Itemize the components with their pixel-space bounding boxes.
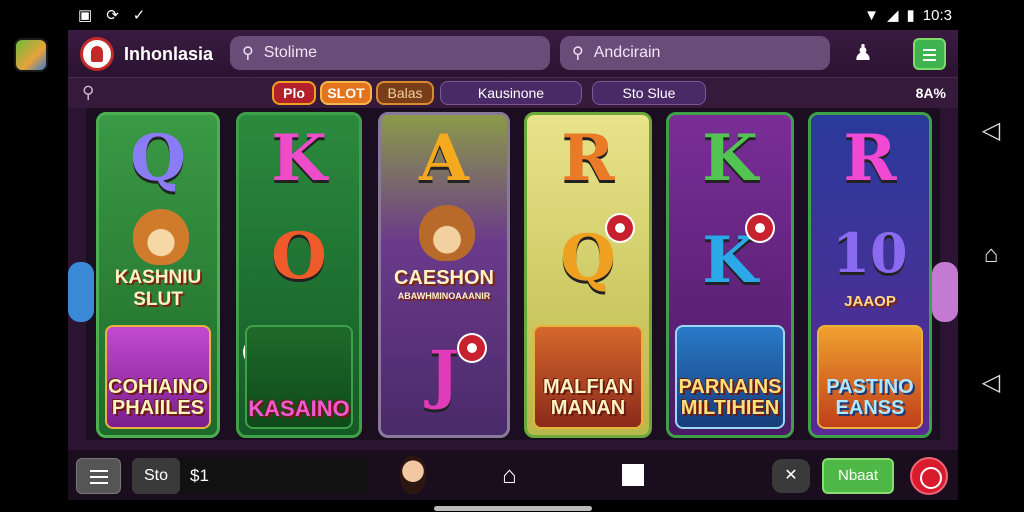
search-field-secondary[interactable]: ⚲ Andcirain [560, 36, 830, 70]
reel-caption: KASHNIU SLUT [114, 267, 202, 310]
menu-button[interactable] [913, 38, 946, 70]
filter-pill-balas[interactable]: Balas [376, 81, 434, 105]
filter-bar: ⚲ Plo SLOT Balas Kausinone Sto Slue 8A% [68, 78, 958, 108]
reel-6[interactable]: R 10 JAAOP PASTINO EANSS [808, 112, 932, 438]
dog-mascot-icon [133, 209, 189, 265]
status-bar: ▣ ⟳ ✓ ▼ ◢ ▮ 10:3 [0, 0, 1024, 30]
reel-symbol: K [702, 121, 758, 196]
close-button[interactable]: ✕ [772, 459, 810, 493]
tile-label: PASTINO EANSS [826, 376, 914, 419]
casino-chip-icon [605, 213, 635, 243]
percent-readout: 8A% [915, 85, 946, 101]
reel-4[interactable]: R Q MALFIAN MANAN [524, 112, 652, 438]
bottom-bar: Sto $1 ⌂ ✕ Nbaat [68, 450, 958, 500]
battery-icon: ▮ [906, 7, 915, 24]
hamburger-menu-button[interactable] [76, 458, 121, 494]
search-icon: ⚲ [572, 45, 584, 62]
avatar[interactable] [400, 456, 426, 494]
tile-label: KASAINO [248, 396, 350, 421]
filter-pill-slot[interactable]: SLOT [320, 81, 372, 105]
reel-label: JAAOP [844, 293, 896, 310]
bet-amount-field[interactable]: $1 [180, 458, 368, 494]
wifi-icon: ▼ [864, 6, 879, 24]
dog-with-hat-icon [419, 205, 475, 261]
reel-5[interactable]: K K PARNAINS MILTIHIEN [666, 112, 794, 438]
reel-symbol: O [271, 219, 327, 294]
android-nav: ◁ ⌂ ◁ [958, 30, 1024, 500]
right-scroll-handle[interactable] [932, 262, 958, 322]
reel-symbol: 10 [832, 221, 908, 285]
home-icon[interactable]: ⌂ [976, 240, 1006, 270]
top-bar: Inhonlasia ⚲ Stolime ⚲ Andcirain ♟ [68, 30, 958, 78]
reel-symbol: Q [130, 121, 186, 196]
casino-app: Inhonlasia ⚲ Stolime ⚲ Andcirain ♟ ⚲ Plo… [68, 30, 958, 500]
filter-pill-plo[interactable]: Plo [272, 81, 316, 105]
next-button[interactable]: Nbaat [822, 458, 894, 494]
add-user-icon[interactable]: ♟ [850, 40, 876, 66]
reel-1[interactable]: Q KASHNIU SLUT COHIAINO PHAIILES [96, 112, 220, 438]
status-right: ▼ ◢ ▮ 10:3 [864, 6, 952, 25]
app-shortcut-icon[interactable] [14, 38, 48, 72]
casino-chip-icon [745, 213, 775, 243]
reel-tile[interactable]: PASTINO EANSS [817, 325, 923, 429]
search-text-secondary: Andcirain [593, 44, 661, 61]
reel-symbol: J [428, 337, 460, 412]
back-icon-secondary[interactable]: ◁ [976, 368, 1006, 398]
sync-icon: ⟳ [106, 7, 119, 24]
reel-tile[interactable]: MALFIAN MANAN [533, 325, 643, 429]
reel-tile[interactable]: KASAINO [245, 325, 353, 429]
status-left: ▣ ⟳ ✓ [78, 6, 145, 24]
reel-3[interactable]: A CAESHON ABAWHMINOAAANIR J [378, 112, 510, 438]
home-icon[interactable]: ⌂ [502, 462, 517, 490]
brand-name: Inhonlasia [124, 44, 214, 64]
square-icon[interactable] [622, 464, 644, 486]
check-icon: ✓ [132, 7, 146, 24]
brand-logo[interactable] [80, 37, 114, 71]
sto-button[interactable]: Sto [132, 458, 180, 494]
status-time: 10:3 [922, 6, 952, 24]
reel-symbol: R [561, 121, 615, 196]
filter-search-icon[interactable]: ⚲ [82, 83, 94, 103]
reel-symbol: K [271, 121, 327, 196]
reel-tile[interactable]: PARNAINS MILTIHIEN [675, 325, 785, 429]
reel-caption: CAESHON [393, 267, 494, 289]
tile-label: COHIAINO PHAIILES [108, 376, 208, 419]
tile-label: PARNAINS MILTIHIEN [678, 376, 782, 419]
tile-label: MALFIAN MANAN [543, 376, 633, 419]
filter-tab-sto-slue[interactable]: Sto Slue [592, 81, 706, 105]
reel-subcaption: ABAWHMINOAAANIR [397, 291, 491, 301]
search-field-primary[interactable]: ⚲ Stolime [230, 36, 550, 70]
back-icon[interactable]: ◁ [976, 116, 1006, 146]
reel-2[interactable]: K O KASAINO [236, 112, 362, 438]
signal-icon: ◢ [886, 7, 899, 24]
filter-tab-kausinone[interactable]: Kausinone [440, 81, 582, 105]
search-text-primary: Stolime [263, 44, 318, 61]
slot-reels: Q KASHNIU SLUT COHIAINO PHAIILES K O KAS… [86, 108, 940, 440]
left-scroll-handle[interactable] [68, 262, 94, 322]
reel-symbol: R [843, 121, 897, 196]
search-icon: ⚲ [242, 45, 254, 62]
gesture-bar[interactable] [434, 506, 592, 511]
reel-symbol: A [419, 121, 469, 196]
reel-tile[interactable]: COHIAINO PHAIILES [105, 325, 211, 429]
screenshot-icon: ▣ [78, 7, 93, 24]
spin-button[interactable] [910, 457, 948, 495]
